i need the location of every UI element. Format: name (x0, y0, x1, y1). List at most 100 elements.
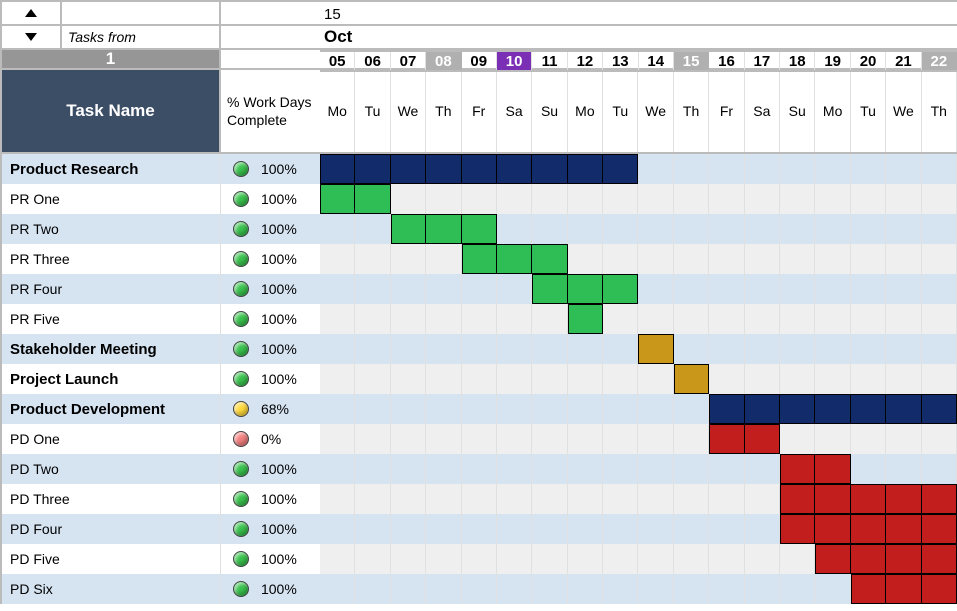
gantt-cell (532, 544, 567, 574)
gantt-cell (745, 544, 780, 574)
gantt-cell (603, 274, 638, 304)
gantt-cell (922, 304, 957, 334)
gantt-cell (568, 424, 603, 454)
gantt-cell (815, 154, 850, 184)
gantt-cell (851, 484, 886, 514)
day-number: 09 (462, 52, 497, 70)
gantt-cell (355, 574, 390, 604)
gantt-cell (532, 484, 567, 514)
gantt-cell (745, 424, 780, 454)
gantt-cell (426, 154, 461, 184)
gantt-cell (355, 544, 390, 574)
gantt-cell (674, 574, 709, 604)
gantt-cell (320, 544, 355, 574)
gantt-cell (320, 214, 355, 244)
day-number: 07 (391, 52, 426, 70)
task-row: PR Five100% (2, 304, 957, 334)
gantt-cell (355, 514, 390, 544)
gantt-cell (815, 274, 850, 304)
status-ball-icon (233, 251, 249, 267)
gantt-cell (355, 334, 390, 364)
task-pct-value: 100% (255, 191, 314, 207)
gantt-cell (532, 334, 567, 364)
task-row: Product Development68% (2, 394, 957, 424)
gantt-cell (391, 214, 426, 244)
task-name: PR Three (2, 244, 221, 274)
gantt-cell (851, 274, 886, 304)
gantt-cell (391, 544, 426, 574)
day-of-week: Mo (320, 70, 355, 152)
gantt-cell (568, 454, 603, 484)
gantt-cell (780, 244, 815, 274)
scroll-up-button[interactable] (2, 2, 62, 24)
gantt-cell (603, 514, 638, 544)
gantt-cell (638, 424, 673, 454)
task-name: PD One (2, 424, 221, 454)
gantt-cell (674, 454, 709, 484)
gantt-cell (355, 244, 390, 274)
status-ball-icon (233, 311, 249, 327)
gantt-cell (532, 454, 567, 484)
task-row: PD Three100% (2, 484, 957, 514)
gantt-cell (391, 184, 426, 214)
gantt-cell (426, 214, 461, 244)
scroll-down-button[interactable] (2, 26, 62, 48)
task-pct-cell: 0% (221, 424, 320, 454)
gantt-lane (320, 334, 957, 364)
gantt-lane (320, 184, 957, 214)
gantt-cell (568, 184, 603, 214)
task-row: PR Four100% (2, 274, 957, 304)
gantt-cell (532, 364, 567, 394)
day-of-week: Sa (497, 70, 532, 152)
task-pct-value: 100% (255, 491, 314, 507)
task-pct-cell: 100% (221, 274, 320, 304)
task-row: PD Two100% (2, 454, 957, 484)
gantt-cell (674, 424, 709, 454)
gantt-cell (638, 574, 673, 604)
gantt-cell (462, 454, 497, 484)
gantt-cell (745, 364, 780, 394)
day-number: 16 (709, 52, 744, 70)
gantt-cell (462, 424, 497, 454)
gantt-lane (320, 364, 957, 394)
gantt-body: Product Research100%PR One100%PR Two100%… (2, 154, 957, 604)
gantt-cell (709, 514, 744, 544)
gantt-cell (497, 394, 532, 424)
gantt-cell (426, 304, 461, 334)
gantt-lane (320, 274, 957, 304)
gantt-cell (532, 574, 567, 604)
gantt-cell (922, 544, 957, 574)
gantt-cell (638, 244, 673, 274)
gantt-cell (391, 424, 426, 454)
gantt-cell (886, 364, 921, 394)
gantt-cell (391, 154, 426, 184)
gantt-cell (886, 574, 921, 604)
gantt-cell (320, 154, 355, 184)
gantt-cell (426, 394, 461, 424)
gantt-cell (462, 544, 497, 574)
gantt-cell (355, 454, 390, 484)
status-ball-icon (233, 431, 249, 447)
gantt-cell (922, 334, 957, 364)
task-pct-cell: 100% (221, 544, 320, 574)
task-row: PD Five100% (2, 544, 957, 574)
gantt-cell (391, 574, 426, 604)
gantt-cell (603, 214, 638, 244)
gantt-cell (355, 184, 390, 214)
day-of-week: Sa (745, 70, 780, 152)
gantt-cell (886, 484, 921, 514)
task-pct-value: 100% (255, 161, 314, 177)
gantt-cell (886, 454, 921, 484)
gantt-cell (603, 244, 638, 274)
gantt-cell (355, 274, 390, 304)
gantt-cell (780, 454, 815, 484)
gantt-cell (638, 544, 673, 574)
gantt-cell (462, 274, 497, 304)
task-row: PD One0% (2, 424, 957, 454)
gantt-cell (426, 454, 461, 484)
gantt-lane (320, 484, 957, 514)
gantt-cell (851, 154, 886, 184)
gantt-cell (568, 514, 603, 544)
gantt-cell (815, 484, 850, 514)
gantt-cell (922, 394, 957, 424)
